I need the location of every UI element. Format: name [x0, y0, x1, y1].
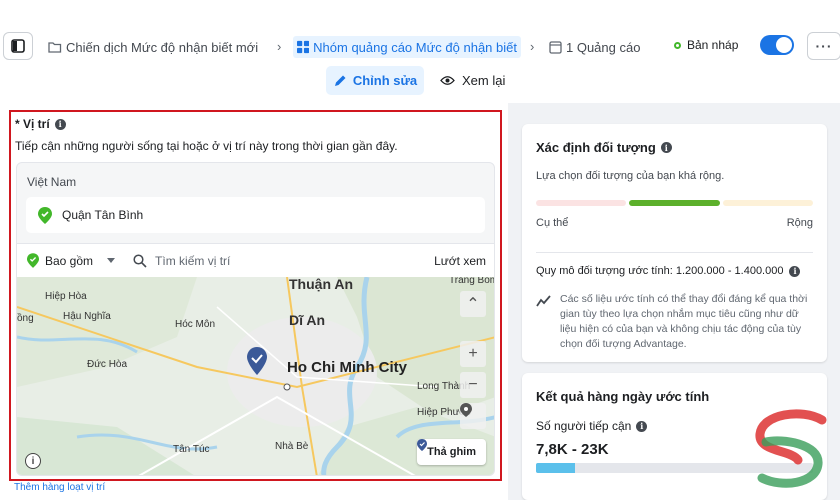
info-icon[interactable]: i [636, 420, 648, 432]
publish-toggle[interactable] [760, 35, 794, 55]
chevron-right-icon: › [530, 39, 535, 54]
pencil-icon [334, 75, 346, 86]
audience-size: Quy mô đối tượng ước tính: 1.200.000 - 1… [536, 265, 801, 277]
location-icon [460, 403, 472, 417]
map-label: Hóc Môn [175, 319, 215, 330]
audience-title: Xác định đối tượng i [536, 140, 672, 155]
minus-icon: − [468, 376, 478, 393]
audience-meter-current [629, 200, 720, 206]
audience-meter-broad [723, 200, 813, 206]
daily-results-title: Kết quả hàng ngày ước tính [536, 389, 710, 404]
trend-icon [536, 295, 551, 307]
status-badge: Bản nháp [674, 38, 738, 52]
map-label: Tân Túc [173, 444, 210, 455]
map-label: Đức Hòa [87, 359, 127, 370]
selected-location-chip[interactable]: Quận Tân Bình [26, 197, 485, 233]
location-description: Tiếp cận những người sống tại hoặc ở vị … [15, 139, 398, 153]
location-pin-icon [38, 206, 52, 224]
location-map[interactable]: Hiệp Hòa ồng Hậu Nghĩa Hóc Môn Thuận An … [17, 277, 495, 475]
tab-review[interactable]: Xem lại [440, 66, 505, 95]
audience-definition-card: Xác định đối tượng i Lựa chọn đối tượng … [522, 124, 827, 362]
panel-icon [11, 39, 25, 53]
brand-logo-icon [755, 409, 827, 488]
reach-bar-fill [536, 463, 575, 473]
info-icon[interactable]: i [54, 118, 66, 130]
info-icon[interactable]: i [660, 142, 672, 153]
include-dropdown[interactable]: Bao gồm [27, 253, 116, 268]
top-bar: Chiến dịch Mức độ nhận biết mới › Nhóm q… [0, 0, 840, 64]
status-dot-icon [674, 41, 681, 49]
tab-edit[interactable]: Chỉnh sửa [326, 66, 424, 95]
locate-button[interactable] [460, 403, 486, 429]
breadcrumb-ad-set[interactable]: Nhóm quảng cáo Mức độ nhận biết [293, 36, 521, 58]
info-icon[interactable]: i [789, 265, 801, 277]
reach-label: Số người tiếp cận i [536, 419, 648, 433]
country-label: Việt Nam [27, 175, 77, 189]
map-label: Nhà Bè [275, 441, 309, 452]
bulk-add-locations-link[interactable]: Thêm hàng loạt vị trí [14, 482, 105, 493]
map-label: Hậu Nghĩa [63, 311, 111, 322]
ad-icon [549, 40, 562, 54]
audience-subtitle: Lựa chọn đối tượng của bạn khá rộng. [536, 170, 725, 182]
map-label: ồng [17, 312, 34, 324]
map-label: Trảng Bom [449, 277, 495, 286]
broad-label: Rộng [786, 217, 813, 229]
sidebar-toggle-button[interactable] [3, 32, 33, 60]
location-pin-icon [27, 253, 39, 268]
breadcrumb-ad[interactable]: 1 Quảng cáo [549, 36, 649, 58]
chevron-right-icon: › [277, 39, 282, 54]
map-label: Dĩ An [289, 312, 325, 328]
estimate-note: Các số liệu ước tính có thể thay đổi đán… [560, 293, 808, 350]
drop-pin-button[interactable]: Thả ghim [417, 439, 486, 465]
zoom-in-button[interactable]: + [460, 341, 486, 367]
more-options-button[interactable]: ··· [807, 32, 840, 60]
map-label: Ho Chi Minh City [287, 359, 408, 376]
reach-value: 7,8K - 23K [536, 441, 609, 458]
map-info-icon[interactable]: i [25, 453, 41, 469]
map-label: Thuận An [289, 277, 353, 292]
browse-button[interactable]: Lướt xem [434, 254, 486, 268]
zoom-out-button[interactable]: − [460, 372, 486, 398]
map-collapse-control[interactable]: ⌃ [460, 291, 486, 317]
grid-icon [297, 40, 310, 54]
eye-icon [440, 76, 455, 85]
map-label: Hiệp Hòa [45, 291, 87, 302]
ellipsis-icon: ··· [815, 38, 833, 54]
folder-icon [48, 42, 62, 53]
location-section: * Vị trí i Tiếp cận những người sống tại… [9, 110, 502, 481]
search-icon [133, 253, 147, 268]
chevron-up-icon: ⌃ [466, 296, 480, 313]
plus-icon: + [468, 345, 478, 362]
audience-meter-specific [536, 200, 626, 206]
breadcrumb-campaign[interactable]: Chiến dịch Mức độ nhận biết mới [48, 36, 270, 58]
location-box: Việt Nam Quận Tân Bình Bao gồm Tìm kiếm … [16, 162, 495, 476]
location-search-input[interactable]: Tìm kiếm vị trí [133, 254, 230, 268]
location-search-row: Bao gồm Tìm kiếm vị trí Lướt xem [17, 243, 494, 277]
chevron-down-icon [107, 258, 116, 263]
location-title: * Vị trí i [15, 117, 66, 131]
pin-icon [417, 439, 428, 451]
specific-label: Cụ thể [536, 217, 569, 229]
